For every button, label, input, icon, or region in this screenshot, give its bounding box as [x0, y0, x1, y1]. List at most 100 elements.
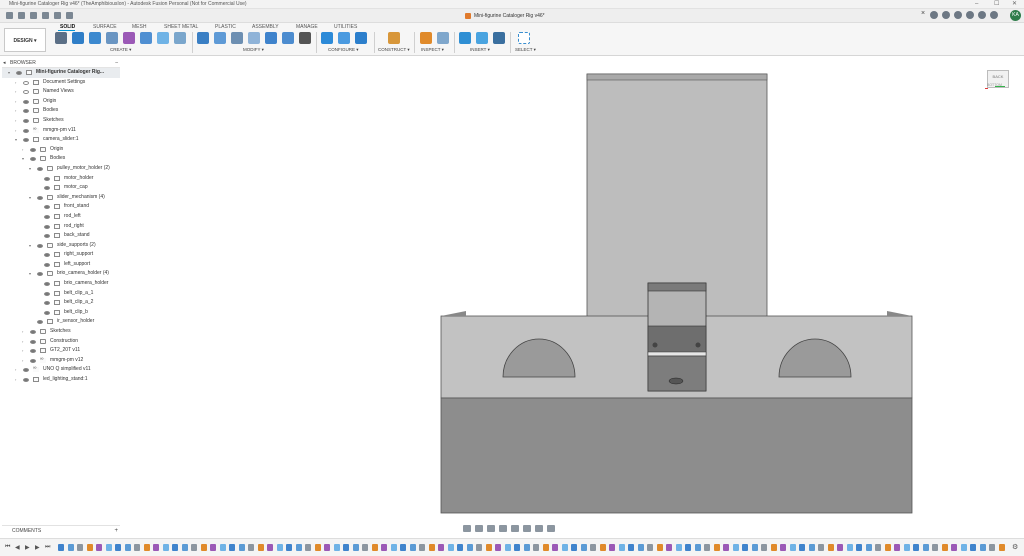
timeline-feature-icon[interactable] [143, 544, 150, 551]
press-pull-icon[interactable] [197, 32, 209, 44]
timeline-feature-icon[interactable] [295, 544, 302, 551]
display-settings-icon[interactable] [523, 524, 531, 532]
timeline-feature-icon[interactable] [628, 544, 634, 551]
extensions-icon[interactable] [942, 11, 950, 19]
browser-tree-row[interactable]: ▾ pulley_motor_holder (2) [2, 164, 120, 174]
tab-sheet-metal[interactable]: SHEET METAL [164, 24, 198, 30]
orbit-icon[interactable] [463, 524, 471, 532]
timeline-feature-icon[interactable] [647, 544, 653, 551]
timeline-feature-icon[interactable] [799, 544, 805, 551]
expand-arrow-icon[interactable]: › [15, 375, 16, 385]
expand-arrow-icon[interactable]: ▾ [29, 241, 31, 251]
configure-group-label[interactable]: CONFIGURE ▾ [328, 47, 359, 53]
timeline-feature-icon[interactable] [913, 544, 919, 551]
timeline-feature-icon[interactable] [960, 544, 967, 551]
notifications-icon[interactable] [966, 11, 974, 19]
visibility-eye-icon[interactable] [44, 214, 50, 219]
expand-arrow-icon[interactable]: ▾ [8, 68, 10, 78]
document-tab-close-button[interactable]: × [921, 10, 925, 17]
visibility-eye-icon[interactable] [44, 224, 50, 229]
timeline-feature-icon[interactable] [447, 544, 454, 551]
timeline-feature-icon[interactable] [523, 544, 530, 551]
browser-tree-row[interactable]: › Origin [2, 145, 120, 155]
timeline-feature-icon[interactable] [362, 544, 368, 551]
timeline-feature-icon[interactable] [286, 544, 292, 551]
timeline-feature-icon[interactable] [67, 544, 74, 551]
visibility-eye-icon[interactable] [44, 282, 50, 287]
timeline-feature-icon[interactable] [191, 544, 197, 551]
timeline-feature-icon[interactable] [580, 544, 587, 551]
split-body-icon[interactable] [282, 32, 294, 44]
timeline-feature-icon[interactable] [229, 544, 235, 551]
insert-mesh-icon[interactable] [493, 32, 505, 44]
timeline-feature-icon[interactable] [305, 544, 311, 551]
offset-plane-icon[interactable] [388, 32, 400, 44]
timeline-feature-icon[interactable] [970, 544, 976, 551]
inspect-group-label[interactable]: INSPECT ▾ [421, 47, 444, 53]
timeline-track[interactable] [58, 543, 1008, 553]
timeline-feature-icon[interactable] [761, 544, 767, 551]
visibility-eye-icon[interactable] [23, 378, 29, 382]
construct-group-label[interactable]: CONSTRUCT ▾ [378, 47, 410, 53]
browser-tree-row[interactable]: › GT2_20T v11 [2, 346, 120, 356]
timeline-forward-button[interactable]: ▶ [35, 544, 40, 551]
grid-settings-icon[interactable] [535, 524, 543, 532]
help-icon[interactable] [978, 11, 986, 19]
save-icon[interactable] [30, 12, 37, 19]
hole-icon[interactable] [106, 32, 118, 44]
browser-tree-row[interactable]: ▾ brio_camera_holder (4) [2, 269, 120, 279]
create-sketch-icon[interactable] [55, 32, 67, 44]
timeline-feature-icon[interactable] [248, 544, 254, 551]
visibility-eye-icon[interactable] [23, 128, 29, 133]
timeline-start-button[interactable]: ⏮ [5, 544, 10, 551]
timeline-feature-icon[interactable] [96, 544, 102, 551]
timeline-feature-icon[interactable] [210, 544, 216, 551]
comments-panel[interactable]: COMMENTS + [2, 525, 120, 535]
redo-icon[interactable] [54, 12, 61, 19]
browser-tree-row[interactable]: motor_holder [2, 174, 120, 184]
browser-tree-row[interactable]: ▾ side_supports (2) [2, 241, 120, 251]
undo-icon[interactable] [42, 12, 49, 19]
expand-arrow-icon[interactable]: › [22, 346, 23, 356]
timeline-feature-icon[interactable] [998, 544, 1005, 551]
expand-arrow-icon[interactable]: › [15, 365, 16, 375]
section-analysis-icon[interactable] [437, 32, 449, 44]
visibility-eye-icon[interactable] [44, 186, 50, 191]
workspace-switcher[interactable]: DESIGN ▾ [4, 28, 46, 52]
timeline-feature-icon[interactable] [105, 544, 112, 551]
chamfer-icon[interactable] [231, 32, 243, 44]
timeline-feature-icon[interactable] [381, 544, 387, 551]
visibility-eye-icon[interactable] [23, 90, 29, 95]
browser-tree-row[interactable]: › UNO Q simplified v11 [2, 364, 120, 375]
browser-tree-row[interactable]: › Sketches [2, 116, 120, 126]
browser-tree-row[interactable]: › Sketches [2, 327, 120, 337]
timeline-feature-icon[interactable] [333, 544, 340, 551]
file-icon[interactable] [18, 12, 25, 19]
timeline-feature-icon[interactable] [865, 544, 872, 551]
pan-icon[interactable] [487, 524, 495, 532]
timeline-feature-icon[interactable] [770, 544, 777, 551]
timeline-feature-icon[interactable] [267, 544, 273, 551]
visibility-eye-icon[interactable] [30, 330, 36, 335]
timeline-feature-icon[interactable] [276, 544, 283, 551]
browser-tree-row[interactable]: belt_clip_a_1 [2, 289, 120, 299]
timeline-feature-icon[interactable] [789, 544, 796, 551]
timeline-feature-icon[interactable] [181, 544, 188, 551]
browser-tree-row[interactable]: › Document Settings [2, 78, 120, 88]
visibility-eye-icon[interactable] [44, 176, 50, 181]
timeline-feature-icon[interactable] [172, 544, 178, 551]
timeline-feature-icon[interactable] [457, 544, 463, 551]
timeline-feature-icon[interactable] [989, 544, 995, 551]
browser-tree-row[interactable]: right_support [2, 250, 120, 260]
browser-tree-row[interactable]: ir_sensor_holder [2, 317, 120, 327]
browser-tree-row[interactable]: › mmgm-pm v12 [2, 355, 120, 366]
timeline-feature-icon[interactable] [808, 544, 815, 551]
timeline-feature-icon[interactable] [941, 544, 948, 551]
browser-tree-row[interactable]: motor_cap [2, 183, 120, 193]
timeline-feature-icon[interactable] [818, 544, 824, 551]
visibility-eye-icon[interactable] [44, 301, 50, 306]
insert-group-label[interactable]: INSERT ▾ [470, 47, 490, 53]
loft-icon[interactable] [140, 32, 152, 44]
new-tab-icon[interactable] [930, 11, 938, 19]
select-icon[interactable] [518, 32, 530, 44]
